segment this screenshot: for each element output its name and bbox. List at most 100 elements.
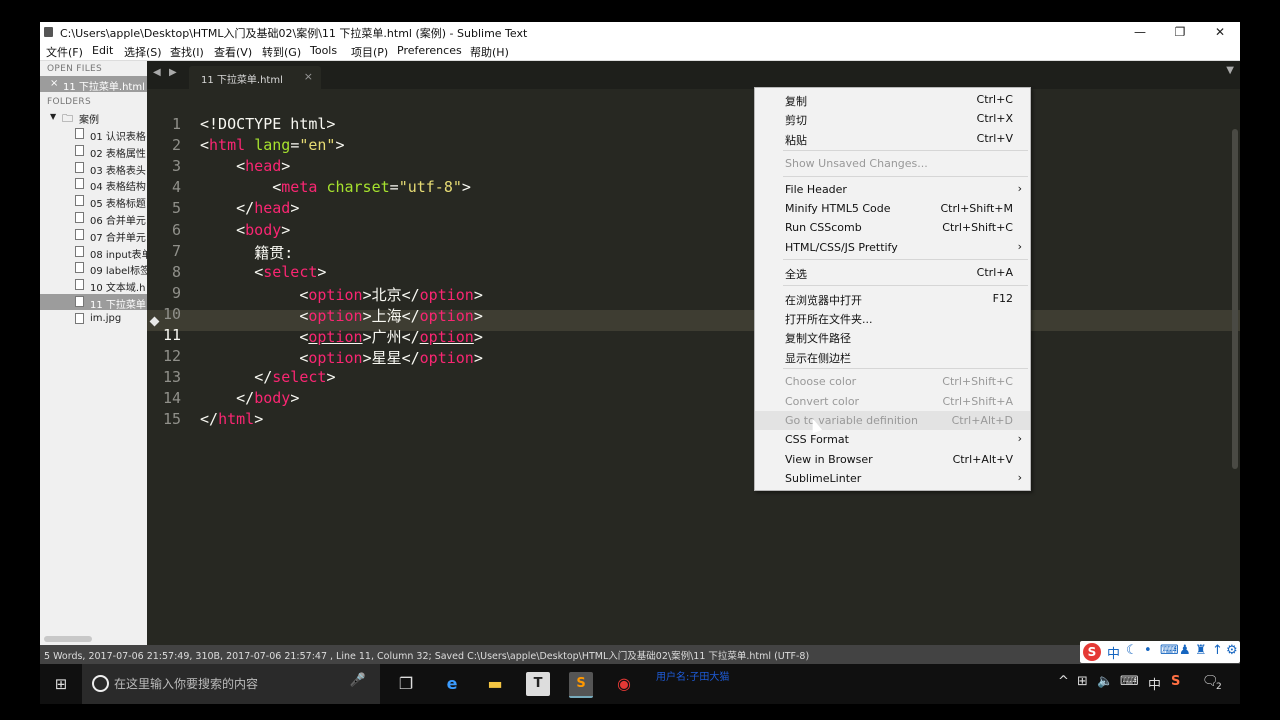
task-view-icon[interactable]: ❐ (394, 672, 418, 696)
sidebar-file-item[interactable]: 10 文本域.h (40, 277, 147, 293)
context-menu-item[interactable]: Go to variable definition Ctrl+Alt+D (755, 411, 1030, 430)
menu-file[interactable]: 文件(F) (46, 44, 83, 60)
tab-file[interactable]: 11 下拉菜单.html × (189, 66, 321, 89)
sidebar-file-item[interactable]: 04 表格结构 (40, 176, 147, 192)
context-menu-item[interactable]: Show Unsaved Changes... (755, 154, 1030, 173)
tab-next-icon[interactable]: ▶ (169, 67, 177, 78)
code-editor[interactable]: 1 2 3 4 5 6 7 8 9 10 11 12 13 14 15 <!DOCTYPE html> <ht… (147, 89, 1240, 650)
sidebar-file-item[interactable]: 05 表格标题 (40, 193, 147, 209)
network-icon[interactable]: ⊞ (1077, 674, 1088, 689)
sublime-text-taskbar-icon[interactable]: S (569, 672, 593, 698)
menu-item-label: Show Unsaved Changes... (785, 157, 928, 171)
open-file-item[interactable]: × 11 下拉菜单.html (40, 76, 147, 92)
menu-edit[interactable]: Edit (92, 44, 113, 57)
code-line: <head> (200, 157, 290, 175)
sidebar-file-item[interactable]: 08 input表单 (40, 244, 147, 260)
submenu-arrow-icon: › (1017, 181, 1022, 195)
context-menu-item[interactable]: Run CSScomb Ctrl+Shift+C (755, 218, 1030, 237)
keyboard-icon[interactable]: ⌨ (1120, 674, 1139, 689)
context-menu-item[interactable]: 在浏览器中打开 F12 (755, 289, 1030, 308)
restore-button[interactable]: ❐ (1160, 23, 1200, 41)
ime-wrench-icon[interactable]: ⚙ (1226, 643, 1238, 658)
ime-keyboard-icon[interactable]: ⌨ (1160, 643, 1179, 658)
tab-list-icon[interactable]: ▼ (1226, 65, 1234, 76)
line-number: 13 (162, 368, 181, 387)
menu-item-label: 复制文件路径 (785, 332, 851, 346)
sidebar-file-label: 02 表格属性 (90, 148, 146, 159)
menu-help[interactable]: 帮助(H) (470, 44, 509, 60)
minimize-button[interactable]: — (1120, 23, 1160, 41)
line-number: 15 (162, 410, 181, 429)
sidebar-file-item[interactable]: 11 下拉菜单 (40, 294, 147, 310)
text-editor-icon[interactable]: T (526, 672, 550, 696)
tab-close-icon[interactable]: × (304, 70, 313, 83)
context-menu: 复制 Ctrl+C 剪切 Ctrl+X 粘贴 Ctrl+V Show Unsaved Cha… (754, 87, 1031, 491)
menu-item-shortcut: F12 (992, 291, 1013, 305)
code-token: > (290, 389, 300, 408)
context-menu-item[interactable]: Choose color Ctrl+Shift+C (755, 372, 1030, 391)
tab-prev-icon[interactable]: ◀ (153, 67, 161, 78)
microphone-icon[interactable]: 🎤 (350, 673, 366, 688)
context-menu-item[interactable]: CSS Format › (755, 430, 1030, 449)
edge-browser-icon[interactable]: e (440, 672, 464, 696)
file-icon (75, 144, 84, 156)
context-menu-item[interactable]: 全选 Ctrl+A (755, 263, 1030, 282)
sidebar-file-item[interactable]: 09 label标签 (40, 260, 147, 276)
code-token: > (473, 285, 483, 304)
ime-mode-chinese[interactable]: 中 (1107, 643, 1120, 662)
ime-up-icon[interactable]: ↑ (1212, 643, 1223, 658)
taskbar-search[interactable]: 在这里输入你要搜索的内容 🎤 (82, 664, 380, 704)
menu-find[interactable]: 查找(I) (170, 44, 204, 60)
sidebar-file-item[interactable]: 06 合并单元 (40, 210, 147, 226)
context-menu-item[interactable]: Minify HTML5 Code Ctrl+Shift+M (755, 199, 1030, 218)
volume-icon[interactable]: 🔈 (1097, 674, 1113, 689)
menu-view[interactable]: 查看(V) (214, 44, 252, 60)
menu-preferences[interactable]: Preferences (397, 44, 462, 57)
sidebar-file-item[interactable]: 01 认识表格 (40, 126, 147, 142)
sidebar-file-item[interactable]: 07 合并单元 (40, 227, 147, 243)
editor-scrollbar[interactable] (1232, 129, 1238, 469)
context-menu-item[interactable]: 复制 Ctrl+C (755, 90, 1030, 109)
ime-person-icon[interactable]: ♟ (1179, 643, 1191, 658)
menu-item-shortcut: Ctrl+Shift+C (942, 221, 1013, 235)
sogou-tray-icon[interactable]: S (1171, 674, 1180, 689)
context-menu-item[interactable]: Convert color Ctrl+Shift+A (755, 392, 1030, 411)
folder-item[interactable]: ▼ 🗀 案例 (40, 109, 147, 125)
context-menu-item[interactable]: 打开所在文件夹... (755, 308, 1030, 327)
tray-expand-icon[interactable]: ^ (1058, 674, 1069, 689)
context-menu-item[interactable]: 复制文件路径 (755, 327, 1030, 346)
sidebar-file-label: 05 表格标题 (90, 199, 146, 210)
menu-goto[interactable]: 转到(G) (262, 44, 301, 60)
sidebar-file-label: 09 label标签 (90, 266, 147, 277)
ime-shirt-icon[interactable]: ♜ (1195, 643, 1207, 658)
windows-start-icon[interactable]: ⊞ (50, 672, 72, 696)
context-menu-item[interactable]: SublimeLinter › (755, 469, 1030, 488)
chrome-icon[interactable]: ◉ (612, 672, 636, 696)
code-token: >北京</ (362, 285, 420, 304)
sidebar-file-item[interactable]: 03 表格表头 (40, 160, 147, 176)
sidebar-scrollbar[interactable] (44, 636, 92, 642)
code-token: > (290, 199, 300, 218)
ime-punct-icon[interactable]: • (1144, 643, 1152, 658)
context-menu-item[interactable]: 剪切 Ctrl+X (755, 109, 1030, 128)
input-language[interactable]: 中 (1148, 674, 1161, 693)
close-button[interactable]: ✕ (1200, 23, 1240, 41)
menu-item-shortcut: Ctrl+Shift+M (940, 202, 1014, 215)
code-token: <!DOCTYPE html> (200, 115, 336, 133)
menu-tools[interactable]: Tools (310, 44, 337, 57)
menu-selection[interactable]: 选择(S) (124, 44, 162, 60)
context-menu-item[interactable]: File Header › (755, 180, 1030, 199)
ime-moon-icon[interactable]: ☾ (1126, 643, 1138, 658)
context-menu-item[interactable]: HTML/CSS/JS Prettify › (755, 238, 1030, 257)
code-token: head (245, 157, 282, 176)
sidebar-file-item[interactable]: im.jpg (40, 311, 147, 327)
sogou-logo-icon[interactable]: S (1083, 643, 1101, 661)
context-menu-item[interactable]: View in Browser Ctrl+Alt+V (755, 450, 1030, 469)
close-icon[interactable]: × (50, 78, 58, 89)
context-menu-item[interactable]: 粘贴 Ctrl+V (755, 129, 1030, 148)
sidebar-file-item[interactable]: 02 表格属性 (40, 143, 147, 159)
context-menu-item[interactable]: 显示在侧边栏 (755, 347, 1030, 366)
menu-project[interactable]: 项目(P) (351, 44, 388, 60)
file-explorer-icon[interactable]: ▬ (483, 672, 507, 696)
